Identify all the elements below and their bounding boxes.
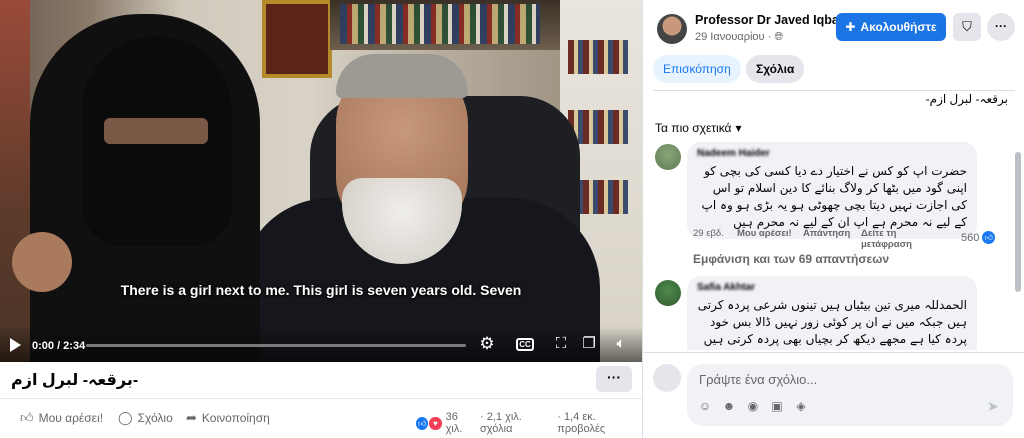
chevron-down-icon: ▾ <box>735 121 742 135</box>
comment-like-link[interactable]: Μου αρέσει! <box>737 228 793 239</box>
comment-text: الحمدللہ میری تین بیٹیاں ہیں تینوں شرعی … <box>697 298 967 350</box>
comment-avatar[interactable] <box>655 144 681 170</box>
sort-label: Τα πιο σχετικά <box>655 121 732 135</box>
love-reaction-icon: ♥ <box>429 416 442 430</box>
send-icon[interactable]: ➤ <box>987 398 999 415</box>
sort-dropdown[interactable]: Τα πιο σχετικά ▾ <box>655 121 742 135</box>
video-subtitle: There is a girl next to me. This girl is… <box>120 282 522 298</box>
like-reaction-icon: 👍︎ <box>416 416 429 430</box>
comment-bubble: Safia Akhtar الحمدللہ میری تین بیٹیاں ہی… <box>687 276 977 350</box>
post-date-text: 29 Ιανουαρίου · <box>695 31 772 43</box>
comment-text: حضرت اپ کو کس نے اختیار دے دیا کسی کی بچ… <box>701 164 967 229</box>
post-area: There is a girl next to me. This girl is… <box>0 0 642 438</box>
comment-input[interactable] <box>687 364 1013 394</box>
gif-icon[interactable]: ▣ <box>769 398 785 414</box>
comment-count[interactable]: · 2,1 χιλ. σχόλια <box>480 411 553 435</box>
scrollbar[interactable] <box>1015 152 1021 292</box>
comments-panel: Professor Dr Javed Iqbal 29 Ιανουαρίου ·… <box>642 0 1024 438</box>
post-more-button[interactable]: ··· <box>596 366 632 392</box>
comment-composer: ☺ ☻ ◉ ▣ ◈ ➤ <box>687 364 1013 426</box>
shield-icon: ⛉ <box>962 19 972 34</box>
speaker-hair <box>336 54 468 98</box>
follow-button[interactable]: ✚ Ακολουθήστε <box>836 13 946 41</box>
post-title: برقعہ- لبرل ازم- <box>11 372 139 389</box>
pip-icon[interactable]: ❐ <box>580 336 598 352</box>
like-reaction-icon: 👍︎ <box>982 231 996 244</box>
gear-icon[interactable]: ⚙ <box>478 335 496 352</box>
sticker-icon[interactable]: ◈ <box>793 398 809 414</box>
divider <box>643 352 1024 353</box>
comment-author[interactable]: Safia Akhtar <box>697 282 967 293</box>
cc-icon[interactable]: CC <box>516 338 534 351</box>
reaction-count[interactable]: 36 χιλ. <box>446 411 476 435</box>
background-books <box>340 4 540 44</box>
like-label: Μου αρέσει! <box>38 411 104 425</box>
follow-label: Ακολουθήστε <box>860 20 937 34</box>
divider <box>653 90 1015 91</box>
page: There is a girl next to me. This girl is… <box>0 0 1024 438</box>
post-actions: 👍︎ Μου αρέσει! ◯ Σχόλιο ➦ Κοινοποίηση 👍︎… <box>0 404 642 435</box>
comment-like-count: 560 <box>961 231 980 244</box>
video-time: 0:00 / 2:34 <box>32 340 86 352</box>
video-player[interactable]: There is a girl next to me. This girl is… <box>0 0 642 362</box>
volume-icon[interactable]: 🔈︎ <box>612 336 630 352</box>
comment-time[interactable]: 29 εβδ. <box>693 228 724 239</box>
follow-icon: ✚ <box>845 20 856 34</box>
author-avatar[interactable] <box>657 14 687 44</box>
user-avatar <box>653 364 681 392</box>
post-stats: 👍︎ ♥ 36 χιλ. · 2,1 χιλ. σχόλια · 1,4 εκ.… <box>416 411 642 435</box>
camera-icon[interactable]: ◉ <box>745 398 761 414</box>
share-button[interactable]: ➦ Κοινοποίηση <box>186 410 270 426</box>
comment-label: Σχόλιο <box>137 411 173 425</box>
avatar-sticker-icon[interactable]: ☺ <box>697 398 713 414</box>
globe-icon: 🌐︎ <box>774 31 784 43</box>
tab-comments[interactable]: Σχόλια <box>746 55 805 83</box>
girl-eyes <box>104 118 208 144</box>
share-icon: ➦ <box>186 410 197 425</box>
video-controls: 0:00 / 2:34 ⚙ CC ⛶ ❐ 🔈︎ <box>0 326 642 362</box>
author-name[interactable]: Professor Dr Javed Iqbal <box>695 13 842 27</box>
comment-translate-link[interactable]: Δείτε τη μετάφραση <box>861 228 941 250</box>
comment-list[interactable]: Nadeem Haider حضرت اپ کو کس نے اختیار دے… <box>643 140 1024 350</box>
emoji-icon[interactable]: ☻ <box>721 398 737 414</box>
comment-likes[interactable]: 560 👍︎ <box>961 231 996 244</box>
play-icon[interactable] <box>10 338 21 352</box>
expand-icon[interactable]: ⛶ <box>552 336 570 352</box>
shield-button[interactable]: ⛉ <box>953 13 981 41</box>
view-count: · 1,4 εκ. προβολές <box>557 411 606 435</box>
divider <box>0 398 642 399</box>
share-label: Κοινοποίηση <box>201 411 270 425</box>
comment-button[interactable]: ◯ Σχόλιο <box>118 410 173 426</box>
background-plant <box>0 0 30 362</box>
like-button[interactable]: 👍︎ Μου αρέσει! <box>20 410 103 426</box>
view-replies-link[interactable]: Εμφάνιση και των 69 απαντήσεων <box>693 252 889 266</box>
comment-reply-link[interactable]: Απάντηση <box>803 228 850 239</box>
comment-avatar[interactable] <box>655 280 681 306</box>
post-date[interactable]: 29 Ιανουαρίου · 🌐︎ <box>695 31 783 44</box>
comment-bubble: Nadeem Haider حضرت اپ کو کس نے اختیار دے… <box>687 142 977 239</box>
comment-author[interactable]: Nadeem Haider <box>697 148 967 159</box>
post-caption: برقعہ- لبرل ازم- <box>925 92 1008 106</box>
comment-icon: ◯ <box>118 410 133 425</box>
video-progress-bar[interactable] <box>86 344 466 347</box>
tab-overview[interactable]: Επισκόπηση <box>653 55 741 83</box>
background-frame <box>262 0 332 78</box>
thumbs-up-icon: 👍︎ <box>20 410 34 425</box>
panel-more-button[interactable]: ··· <box>987 13 1015 41</box>
